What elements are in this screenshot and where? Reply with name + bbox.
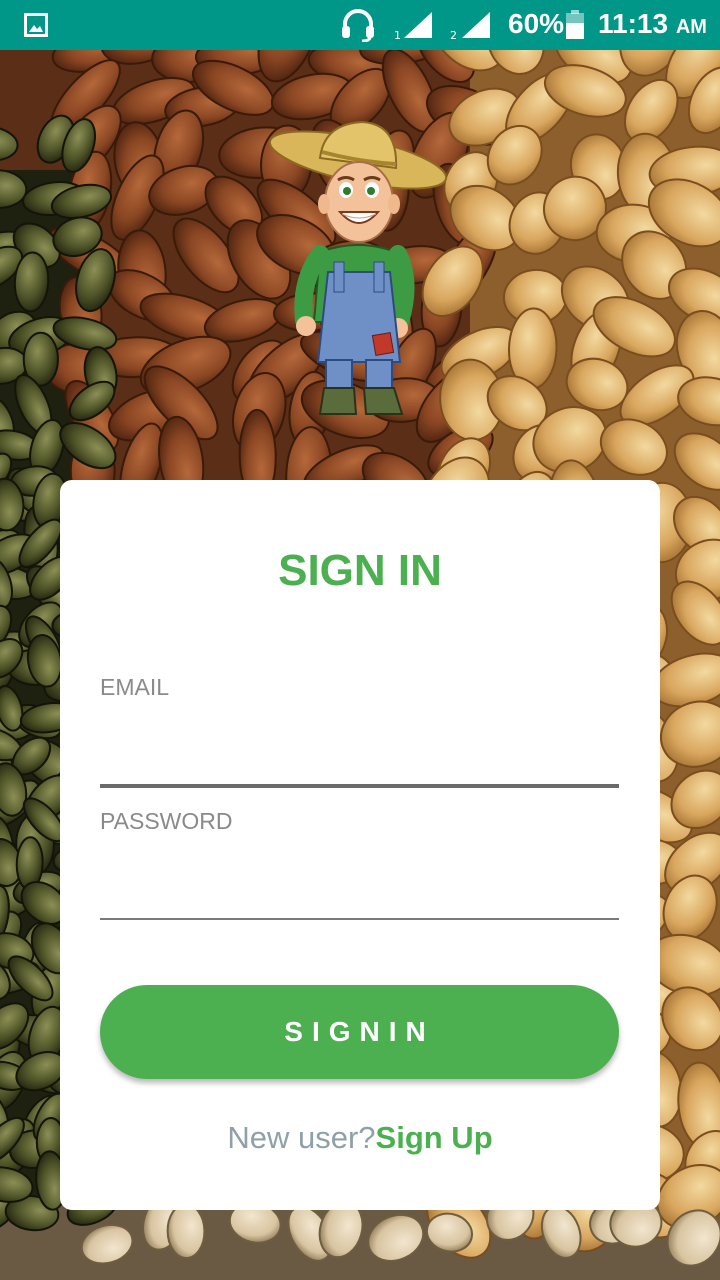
page-title: SIGN IN — [278, 546, 442, 595]
signal-icon — [448, 10, 492, 44]
password-label: PASSWORD — [100, 808, 233, 834]
headset-icon — [340, 8, 376, 46]
status-bar: 1 2 60% 11:13 AM — [0, 0, 720, 50]
new-user-prompt: New user? — [227, 1120, 376, 1155]
clock-ampm: AM — [675, 16, 707, 38]
email-field[interactable] — [100, 718, 624, 780]
password-field[interactable] — [100, 852, 624, 914]
password-underline — [100, 918, 619, 920]
gallery-icon — [24, 13, 48, 41]
farmer-mascot-image — [262, 112, 454, 424]
battery-icon — [564, 10, 586, 44]
signup-link[interactable]: Sign Up — [376, 1120, 493, 1155]
email-underline — [100, 784, 619, 788]
signup-row: New user?Sign Up — [0, 1120, 720, 1156]
signin-button[interactable]: SIGNIN — [100, 985, 619, 1079]
clock: 11:13 AM — [598, 8, 707, 40]
email-label: EMAIL — [100, 674, 170, 700]
signal-icon — [392, 10, 434, 44]
clock-time: 11:13 — [598, 8, 669, 39]
battery-percent: 60% — [508, 8, 565, 39]
